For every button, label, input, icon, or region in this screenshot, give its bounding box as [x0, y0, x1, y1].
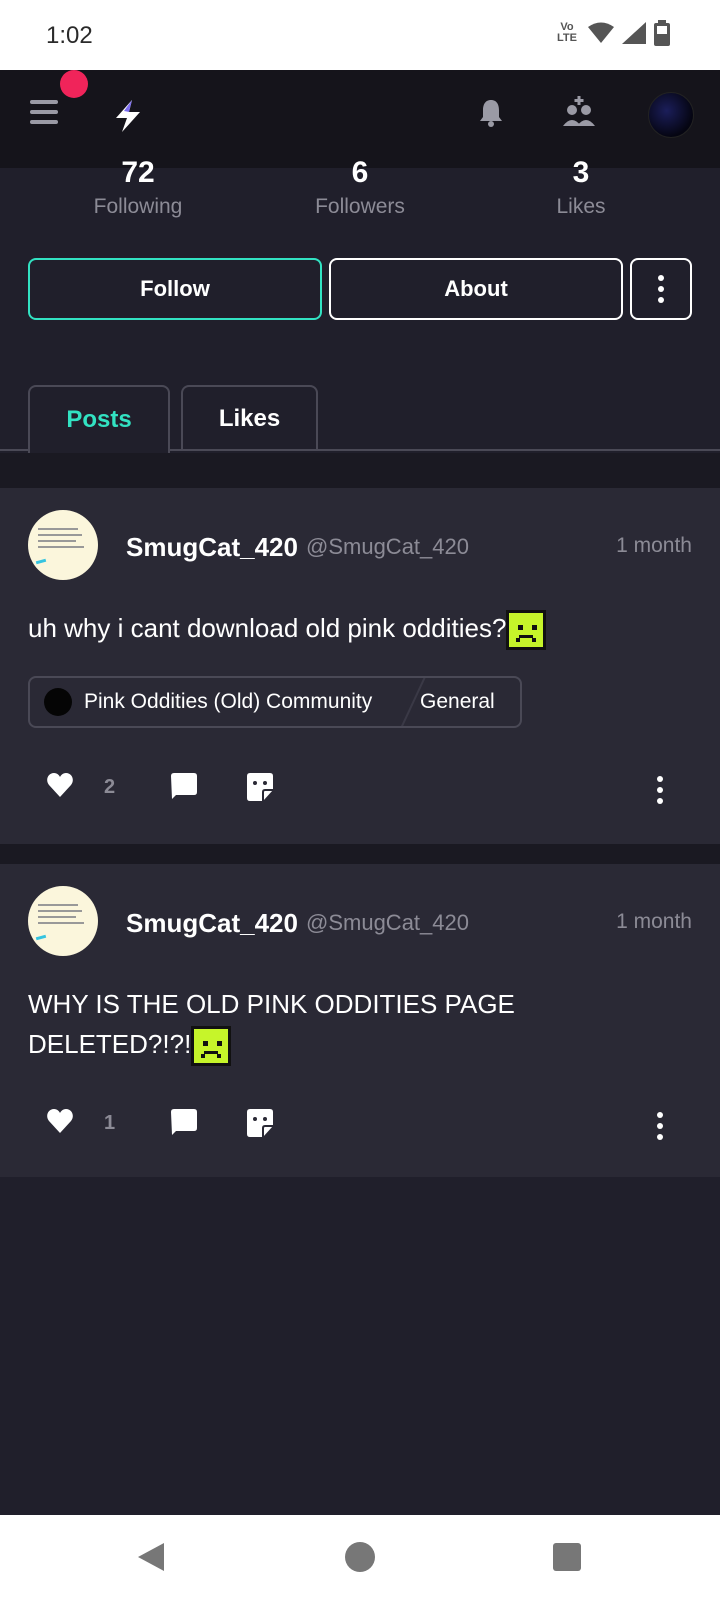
profile-stats: 72 Following 6 Followers 3 Likes — [0, 155, 720, 235]
author-avatar[interactable] — [28, 510, 98, 580]
post-text: uh why i cant download old pink oddities… — [28, 608, 547, 651]
status-time: 1:02 — [46, 22, 93, 49]
post-actions: 2 — [0, 768, 720, 808]
status-bar: 1:02 Vo LTE — [0, 0, 720, 70]
sticker-icon[interactable] — [246, 772, 274, 802]
about-button[interactable]: About — [329, 258, 623, 320]
comment-icon[interactable] — [170, 1108, 198, 1136]
like-count: 1 — [104, 1112, 116, 1134]
stat-likes[interactable]: 3 Likes — [481, 155, 681, 219]
community-name: Pink Oddities (Old) Community — [84, 690, 373, 713]
stat-value: 6 — [351, 156, 369, 189]
lightning-bolt-logo[interactable] — [110, 98, 146, 134]
author-name[interactable]: SmugCat_420 — [126, 532, 298, 563]
stat-followers[interactable]: 6 Followers — [260, 155, 460, 219]
recents-icon[interactable] — [553, 1543, 581, 1571]
stat-value: 72 — [121, 156, 155, 189]
post-time: 1 month — [616, 534, 692, 557]
hamburger-menu-icon[interactable] — [30, 100, 58, 126]
post-more-icon[interactable] — [657, 776, 663, 804]
tab-posts[interactable]: Posts — [28, 385, 170, 453]
divider — [0, 844, 720, 864]
author-avatar[interactable] — [28, 886, 98, 956]
battery-icon — [654, 20, 670, 46]
like-count: 2 — [104, 776, 116, 798]
wifi-icon — [588, 22, 614, 43]
heart-icon[interactable] — [46, 1108, 74, 1134]
notification-dot — [60, 70, 88, 98]
more-options-button[interactable] — [630, 258, 692, 320]
status-icons: Vo LTE — [554, 20, 670, 46]
stat-label: Likes — [556, 195, 606, 218]
post-text-content: uh why i cant download old pink oddities… — [28, 613, 507, 643]
sad-face-emoji-icon — [191, 1026, 232, 1067]
stat-value: 3 — [572, 156, 590, 189]
stat-label: Following — [93, 195, 183, 218]
sad-face-emoji-icon — [506, 610, 547, 651]
post-text: WHY IS THE OLD PINK ODDITIES PAGE DELETE… — [28, 984, 515, 1067]
community-chip[interactable]: Pink Oddities (Old) Community General — [28, 676, 522, 728]
volte-icon: Vo LTE — [557, 21, 577, 44]
post-card[interactable]: SmugCat_420 @SmugCat_420 1 month uh why … — [0, 488, 720, 844]
profile-tabs: Posts Likes — [0, 385, 720, 453]
post-text-line-1: WHY IS THE OLD PINK ODDITIES PAGE — [28, 989, 515, 1019]
system-nav-bar — [0, 1515, 720, 1600]
stat-label: Followers — [315, 195, 405, 218]
post-card[interactable]: SmugCat_420 @SmugCat_420 1 month WHY IS … — [0, 864, 720, 1177]
signal-icon — [622, 22, 646, 44]
people-icon[interactable] — [562, 96, 596, 130]
author-handle[interactable]: @SmugCat_420 — [306, 910, 469, 936]
follow-button[interactable]: Follow — [28, 258, 322, 320]
more-vertical-icon — [658, 275, 664, 303]
post-time: 1 month — [616, 910, 692, 933]
back-icon[interactable] — [136, 1541, 166, 1573]
heart-icon[interactable] — [46, 772, 74, 798]
divider — [0, 453, 720, 488]
app-header — [0, 70, 720, 168]
community-avatar — [44, 688, 72, 716]
tab-likes[interactable]: Likes — [181, 385, 318, 451]
post-text-line-2: DELETED?!?! — [28, 1024, 515, 1067]
channel-name[interactable]: General — [420, 690, 495, 714]
author-name[interactable]: SmugCat_420 — [126, 908, 298, 939]
post-text-content: DELETED?!?! — [28, 1029, 192, 1059]
bell-icon[interactable] — [478, 98, 504, 128]
comment-icon[interactable] — [170, 772, 198, 800]
profile-avatar[interactable] — [648, 92, 694, 138]
home-icon[interactable] — [344, 1541, 376, 1573]
post-actions: 1 — [0, 1104, 720, 1144]
stat-following[interactable]: 72 Following — [38, 155, 238, 219]
post-more-icon[interactable] — [657, 1112, 663, 1140]
sticker-icon[interactable] — [246, 1108, 274, 1138]
author-handle[interactable]: @SmugCat_420 — [306, 534, 469, 560]
